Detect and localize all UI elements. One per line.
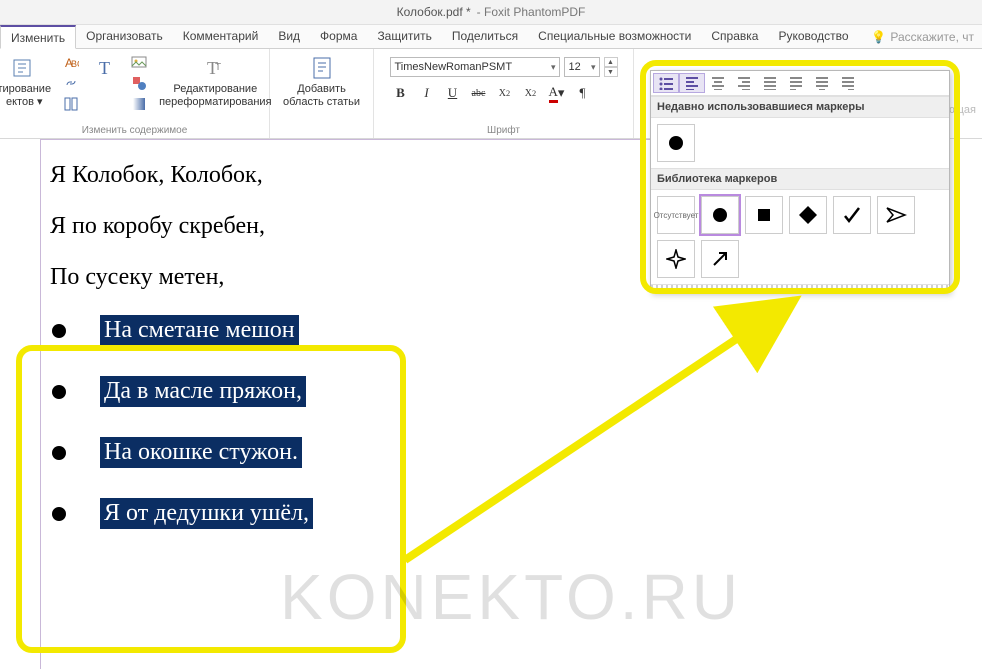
strike-button[interactable]: abc [468,83,490,103]
popup-resize-grip[interactable] [651,284,949,292]
shapes-button[interactable] [129,74,149,92]
tab-form[interactable]: Форма [310,25,367,48]
align-distribute-button[interactable] [783,73,809,93]
list-item[interactable]: Да в масле пряжон, [52,376,940,407]
recent-markers [651,118,949,168]
bullet-icon [52,507,66,521]
list-item-text[interactable]: На сметане мешон [100,315,299,346]
reformat-label: Редактированиепереформатирования [159,83,271,108]
bullets-popup: Недавно использовавшиеся маркеры Библиот… [650,70,950,293]
font-size-value: 12 [569,61,581,73]
svg-text:T: T [99,58,110,78]
bulb-icon: 💡 [871,30,886,44]
font-color-button[interactable]: A ▾ [546,83,568,103]
font-name-combo[interactable]: TimesNewRomanPSMT [390,57,560,77]
align-left-button[interactable] [679,73,705,93]
list-item[interactable]: На окошке стужон. [52,437,940,468]
bullet-icon [52,446,66,460]
group-font: TimesNewRomanPSMT 12 ▲▼ B I U abc X2 X2 … [374,49,634,138]
tab-share[interactable]: Поделиться [442,25,528,48]
list-item[interactable]: Я от дедушки ушёл, [52,498,940,529]
italic-button[interactable]: I [416,83,438,103]
reformat-icon: TT [201,55,229,81]
tab-edit[interactable]: Изменить [0,25,76,49]
add-article-button[interactable]: Добавитьобласть статьи [279,53,364,110]
font-size-stepper[interactable]: ▲▼ [604,57,618,77]
popup-toolbar [651,71,949,96]
group-edit-content: тированиеектов ▾ ABC T TT Редактирование… [0,49,270,138]
bullet-icon [52,324,66,338]
bullet-check[interactable] [833,196,871,234]
list-item-text[interactable]: Я от дедушки ушёл, [100,498,313,529]
svg-text:T: T [215,62,221,73]
shading-button[interactable] [129,95,149,113]
tab-organize[interactable]: Организовать [76,25,173,48]
superscript-button[interactable]: X2 [494,83,516,103]
titlebar: Колобок.pdf * - Foxit PhantomPDF [0,0,982,25]
bullet-icon [52,385,66,399]
merge-button[interactable] [61,95,81,113]
reformat-button[interactable]: TT Редактированиепереформатирования [155,53,275,110]
group-add-article: Добавитьобласть статьи [270,49,374,138]
list-item-text[interactable]: На окошке стужон. [100,437,302,468]
tab-view[interactable]: Вид [268,25,310,48]
add-article-label: Добавитьобласть статьи [283,83,360,108]
bold-button[interactable]: B [390,83,412,103]
font-name-value: TimesNewRomanPSMT [395,61,513,73]
align-center-button[interactable] [705,73,731,93]
bullet-star4[interactable] [657,240,695,278]
tab-help[interactable]: Справка [701,25,768,48]
library-markers-header: Библиотека маркеров [651,168,949,190]
ribbon-tabs: Изменить Организовать Комментарий Вид Фо… [0,25,982,49]
bullet-arrow-ne[interactable] [701,240,739,278]
group-font-label: Шрифт [487,125,520,136]
bullet-arrowhead[interactable] [877,196,915,234]
svg-text:BC: BC [71,59,79,69]
subscript-button[interactable]: X2 [520,83,542,103]
tell-me[interactable]: 💡 Расскажите, чт [871,25,982,48]
edit-objects-button[interactable]: тированиеектов ▾ [0,53,55,110]
group-edit-content-label: Изменить содержимое [82,125,188,136]
underline-button[interactable]: U [442,83,464,103]
bullet-none[interactable]: Отсутствует [657,196,695,234]
text-edit-button[interactable]: ABC [61,53,81,71]
bullets-button[interactable] [653,73,679,93]
link-button[interactable] [61,74,81,92]
image-button[interactable] [129,53,149,71]
edit-objects-label: тированиеектов ▾ [0,83,51,108]
app-name: - Foxit PhantomPDF [477,5,586,19]
align-right-button[interactable] [731,73,757,93]
edit-objects-icon [10,55,38,81]
article-icon [308,55,336,81]
tab-comment[interactable]: Комментарий [173,25,269,48]
tab-protect[interactable]: Защитить [367,25,441,48]
tell-me-label: Расскажите, чт [890,30,974,44]
align-distribute2-button[interactable] [809,73,835,93]
tab-guide[interactable]: Руководство [768,25,858,48]
text-icon: T [91,55,119,81]
bullet-square[interactable] [745,196,783,234]
text-tool-button[interactable]: T [87,53,123,83]
dropcap-button[interactable]: ¶ [572,83,594,103]
align-distribute3-button[interactable] [835,73,861,93]
document-title: Колобок.pdf * [397,5,471,19]
font-size-combo[interactable]: 12 [564,57,600,77]
bullet-diamond[interactable] [789,196,827,234]
recent-markers-header: Недавно использовавшиеся маркеры [651,96,949,118]
bullet-disc[interactable] [701,196,739,234]
list-item-text[interactable]: Да в масле пряжон, [100,376,306,407]
bulleted-list[interactable]: На сметане мешон Да в масле пряжон, На о… [50,315,940,529]
library-markers: Отсутствует [651,190,949,284]
recent-bullet-disc[interactable] [657,124,695,162]
align-justify-button[interactable] [757,73,783,93]
list-item[interactable]: На сметане мешон [52,315,940,346]
tab-accessibility[interactable]: Специальные возможности [528,25,701,48]
